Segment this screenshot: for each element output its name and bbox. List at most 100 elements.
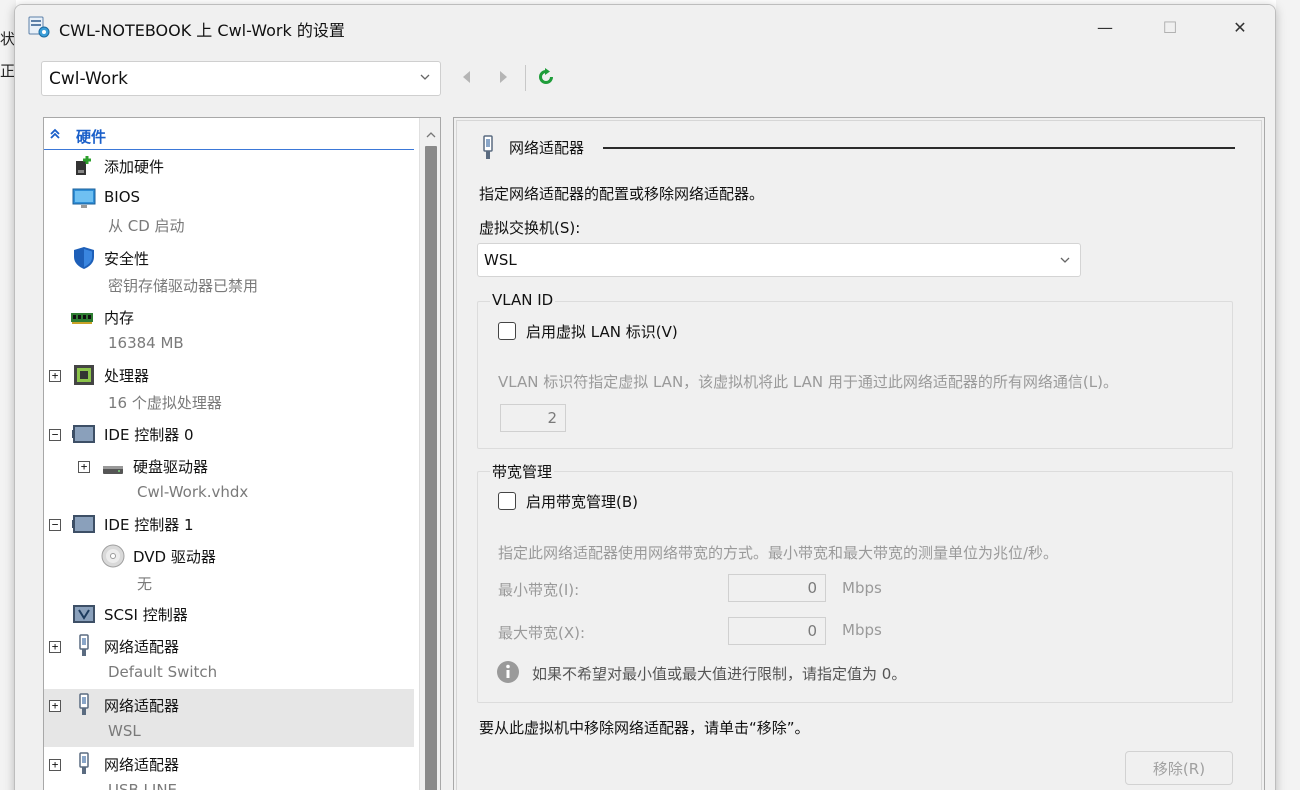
collapse-toggle[interactable]: −: [49, 519, 61, 531]
processor-icon: [72, 363, 96, 387]
network-adapter-icon: [72, 693, 96, 717]
tree-item-ide-controller-0[interactable]: − IDE 控制器 0: [44, 418, 414, 448]
tree-item-network-adapter-usb-line[interactable]: + 网络适配器 USB LINE: [44, 748, 414, 790]
collapse-toggle[interactable]: −: [49, 429, 61, 441]
chevron-down-icon: [1058, 253, 1072, 271]
scsi-controller-icon: [72, 602, 96, 626]
add-hardware-icon: [72, 154, 96, 178]
hard-drive-icon: [101, 456, 125, 480]
tree-scrollbar[interactable]: [419, 118, 440, 790]
bandwidth-note: 指定此网络适配器使用网络带宽的方式。最小带宽和最大带宽的测量单位为兆位/秒。: [498, 544, 1059, 562]
hardware-section-header[interactable]: 硬件: [44, 122, 414, 150]
tree-item-label: 网络适配器: [104, 756, 180, 774]
tree-item-label: 内存: [104, 309, 135, 327]
tree-item-detail: WSL: [108, 722, 141, 740]
settings-window: CWL-NOTEBOOK 上 Cwl-Work 的设置 — ☐ ✕ Cwl-Wo…: [14, 4, 1276, 790]
tree-item-label: 硬盘驱动器: [133, 458, 209, 476]
title-bar[interactable]: CWL-NOTEBOOK 上 Cwl-Work 的设置 — ☐ ✕: [15, 5, 1275, 49]
remove-instruction: 要从此虚拟机中移除网络适配器，请单击“移除”。: [479, 719, 810, 737]
virtual-switch-value: WSL: [484, 251, 517, 269]
tree-item-detail: 无: [137, 575, 153, 593]
vlan-note: VLAN 标识符指定虚拟 LAN，该虚拟机将此 LAN 用于通过此网络适配器的所…: [498, 373, 1118, 391]
tree-item-processor[interactable]: + 处理器 16 个虚拟处理器: [44, 359, 414, 417]
tree-item-label: 添加硬件: [104, 158, 165, 176]
enable-bandwidth-checkbox[interactable]: [498, 492, 516, 510]
ide-controller-icon: [72, 512, 96, 536]
minimize-button[interactable]: —: [1070, 5, 1140, 49]
tree-item-add-hardware[interactable]: 添加硬件: [44, 152, 414, 182]
expand-toggle[interactable]: +: [49, 759, 61, 771]
bandwidth-group-title: 带宽管理: [490, 461, 555, 482]
tree-item-detail: 密钥存储驱动器已禁用: [108, 277, 259, 295]
tree-item-label: 处理器: [104, 367, 150, 385]
tree-item-label: SCSI 控制器: [104, 606, 188, 624]
background-window-right: [1276, 0, 1300, 790]
min-bandwidth-label: 最小带宽(I):: [498, 581, 580, 599]
tree-item-label: 网络适配器: [104, 697, 180, 715]
section-title: 网络适配器: [509, 139, 585, 157]
forward-arrow-icon[interactable]: [491, 65, 515, 89]
refresh-icon[interactable]: [534, 65, 558, 89]
scroll-up-icon[interactable]: [425, 126, 437, 144]
collapse-up-icon[interactable]: [48, 127, 62, 145]
ide-controller-icon: [72, 422, 96, 446]
network-adapter-icon: [72, 752, 96, 776]
hardware-section-label: 硬件: [76, 128, 107, 146]
expand-toggle[interactable]: +: [49, 700, 61, 712]
vlan-group: VLAN ID 启用虚拟 LAN 标识(V) VLAN 标识符指定虚拟 LAN，…: [477, 291, 1233, 449]
expand-toggle[interactable]: +: [78, 461, 90, 473]
tree-item-scsi-controller[interactable]: SCSI 控制器: [44, 598, 414, 628]
tree-item-detail: Default Switch: [108, 663, 218, 681]
expand-toggle[interactable]: +: [49, 370, 61, 382]
tree-item-detail: 从 CD 启动: [108, 217, 185, 235]
enable-bandwidth-label[interactable]: 启用带宽管理(B): [526, 491, 638, 512]
close-button[interactable]: ✕: [1205, 5, 1275, 49]
tree-item-label: 网络适配器: [104, 638, 180, 656]
back-arrow-icon[interactable]: [455, 65, 479, 89]
min-bandwidth-unit: Mbps: [842, 579, 882, 597]
window-title: CWL-NOTEBOOK 上 Cwl-Work 的设置: [59, 21, 345, 40]
network-adapter-icon: [72, 634, 96, 658]
min-bandwidth-input[interactable]: 0: [728, 574, 826, 602]
max-bandwidth-input[interactable]: 0: [728, 617, 826, 645]
tree-item-label: IDE 控制器 0: [104, 426, 194, 444]
info-icon: [496, 660, 520, 688]
tree-item-security[interactable]: 安全性 密钥存储驱动器已禁用: [44, 242, 414, 300]
settings-app-icon: [27, 15, 51, 39]
tree-item-network-adapter-default-switch[interactable]: + 网络适配器 Default Switch: [44, 630, 414, 688]
max-bandwidth-label: 最大带宽(X):: [498, 624, 586, 642]
network-adapter-icon: [479, 135, 497, 165]
security-shield-icon: [72, 246, 96, 270]
bandwidth-group: 带宽管理 启用带宽管理(B) 指定此网络适配器使用网络带宽的方式。最小带宽和最大…: [477, 461, 1233, 703]
section-divider: [603, 147, 1235, 149]
virtual-switch-label: 虚拟交换机(S):: [479, 219, 581, 237]
dvd-drive-icon: [101, 544, 125, 568]
tree-item-network-adapter-wsl[interactable]: + 网络适配器 WSL: [44, 689, 414, 747]
tree-item-label: BIOS: [104, 188, 141, 206]
tree-item-label: 安全性: [104, 250, 150, 268]
remove-button[interactable]: 移除(R): [1125, 751, 1233, 785]
tree-item-dvd-drive[interactable]: DVD 驱动器 无: [44, 540, 414, 598]
maximize-button[interactable]: ☐: [1135, 5, 1205, 49]
tree-item-hard-drive[interactable]: + 硬盘驱动器 Cwl-Work.vhdx: [44, 450, 414, 508]
scrollbar-thumb[interactable]: [425, 146, 437, 790]
details-pane-inner: 网络适配器 指定网络适配器的配置或移除网络适配器。 虚拟交换机(S): WSL …: [456, 120, 1262, 790]
expand-toggle[interactable]: +: [49, 641, 61, 653]
virtual-switch-select[interactable]: WSL: [477, 243, 1081, 277]
tree-item-ide-controller-1[interactable]: − IDE 控制器 1: [44, 508, 414, 538]
tree-item-label: IDE 控制器 1: [104, 516, 194, 534]
details-pane: 网络适配器 指定网络适配器的配置或移除网络适配器。 虚拟交换机(S): WSL …: [453, 117, 1265, 790]
chevron-down-icon: [418, 70, 432, 88]
vm-selector-value: Cwl-Work: [49, 69, 128, 89]
tree-item-detail: Cwl-Work.vhdx: [137, 483, 249, 501]
tree-item-bios[interactable]: BIOS 从 CD 启动: [44, 182, 414, 240]
tree-item-memory[interactable]: 内存 16384 MB: [44, 301, 414, 359]
hardware-tree[interactable]: 硬件 添加硬件 BIOS 从 CD 启动 安全性 密钥存储驱动器已禁用 内存 1…: [43, 117, 441, 790]
bandwidth-info-text: 如果不希望对最小值或最大值进行限制，请指定值为 0。: [532, 665, 907, 683]
vlan-id-input[interactable]: 2: [500, 404, 566, 432]
section-description: 指定网络适配器的配置或移除网络适配器。: [479, 185, 765, 203]
enable-vlan-label[interactable]: 启用虚拟 LAN 标识(V): [526, 321, 678, 342]
enable-vlan-checkbox[interactable]: [498, 322, 516, 340]
tree-item-label: DVD 驱动器: [133, 548, 216, 566]
vm-selector[interactable]: Cwl-Work: [41, 61, 441, 96]
